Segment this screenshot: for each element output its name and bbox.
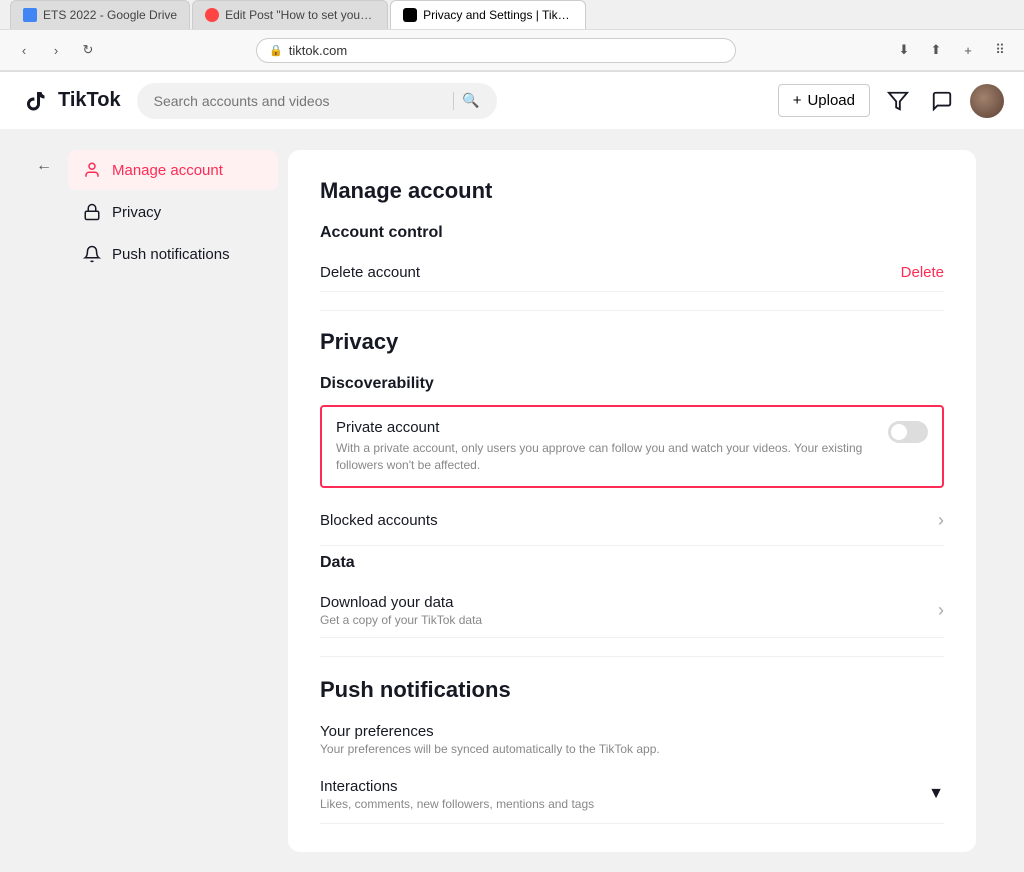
browser-chrome: ETS 2022 - Google Drive Edit Post "How t… bbox=[0, 0, 1024, 72]
plus-icon: + bbox=[793, 92, 802, 109]
push-notifications-title: Push notifications bbox=[320, 677, 944, 703]
account-control-title: Account control bbox=[320, 224, 944, 242]
header-actions: + Upload bbox=[778, 84, 1004, 118]
share-button[interactable]: ⬆ bbox=[922, 36, 950, 64]
tiktok-favicon bbox=[403, 8, 417, 22]
delete-account-row: Delete account Delete bbox=[320, 254, 944, 292]
sidebar-item-manage-account[interactable]: Manage account bbox=[68, 150, 278, 190]
app-header: TikTok 🔍 + Upload bbox=[0, 72, 1024, 130]
sidebar-nav: Manage account Privacy Push notification… bbox=[48, 150, 278, 274]
interactions-label: Interactions bbox=[320, 778, 594, 795]
download-data-desc: Get a copy of your TikTok data bbox=[320, 613, 482, 627]
forward-button[interactable]: › bbox=[42, 36, 70, 64]
preferences-title: Your preferences bbox=[320, 723, 944, 740]
notifications-icon bbox=[82, 244, 102, 264]
search-divider bbox=[453, 92, 454, 110]
download-data-title: Download your data bbox=[320, 594, 482, 611]
address-bar[interactable]: 🔒 tiktok.com bbox=[256, 38, 736, 63]
sidebar-item-privacy[interactable]: Privacy bbox=[68, 192, 278, 232]
download-data-text: Download your data Get a copy of your Ti… bbox=[320, 594, 482, 627]
tab-snaptik[interactable]: Edit Post "How to set your account as a … bbox=[192, 0, 388, 29]
data-title: Data bbox=[320, 554, 944, 572]
user-avatar[interactable] bbox=[970, 84, 1004, 118]
settings-sidebar: ← Manage account Privacy bbox=[48, 150, 288, 852]
search-icon[interactable]: 🔍 bbox=[462, 92, 479, 109]
new-tab-button[interactable]: + bbox=[954, 36, 982, 64]
search-bar[interactable]: 🔍 bbox=[137, 83, 497, 119]
interactions-row[interactable]: Interactions Likes, comments, new follow… bbox=[320, 766, 944, 824]
private-account-row: Private account With a private account, … bbox=[320, 405, 944, 488]
blocked-accounts-row[interactable]: Blocked accounts › bbox=[320, 496, 944, 546]
discoverability-title: Discoverability bbox=[320, 375, 944, 393]
divider-2 bbox=[320, 656, 944, 657]
snaptik-favicon bbox=[205, 8, 219, 22]
data-section: Data Download your data Get a copy of yo… bbox=[320, 554, 944, 638]
blocked-accounts-chevron-icon: › bbox=[938, 510, 944, 531]
tab-google[interactable]: ETS 2022 - Google Drive bbox=[10, 0, 190, 29]
logo-text: TikTok bbox=[58, 89, 121, 112]
back-button[interactable]: ‹ bbox=[10, 36, 38, 64]
push-notifications-section: Push notifications Your preferences Your… bbox=[320, 677, 944, 824]
interactions-chevron-icon: ▼ bbox=[928, 785, 944, 803]
download-data-row[interactable]: Download your data Get a copy of your Ti… bbox=[320, 584, 944, 638]
upload-label: Upload bbox=[807, 92, 855, 109]
interactions-text: Interactions Likes, comments, new follow… bbox=[320, 778, 594, 811]
tiktok-logo[interactable]: TikTok bbox=[20, 85, 121, 117]
privacy-title: Privacy bbox=[320, 329, 944, 355]
security-icon: 🔒 bbox=[269, 44, 283, 57]
google-favicon bbox=[23, 8, 37, 22]
divider-1 bbox=[320, 310, 944, 311]
sidebar-item-push-notifications[interactable]: Push notifications bbox=[68, 234, 278, 274]
manage-account-icon bbox=[82, 160, 102, 180]
page-title: Manage account bbox=[320, 178, 944, 204]
sidebar-back-button[interactable]: ← bbox=[28, 150, 60, 182]
download-button[interactable]: ⬇ bbox=[890, 36, 918, 64]
search-input[interactable] bbox=[154, 93, 446, 109]
browser-actions: ⬇ ⬆ + ⠿ bbox=[890, 36, 1014, 64]
tab-google-label: ETS 2022 - Google Drive bbox=[43, 8, 177, 22]
private-account-toggle[interactable] bbox=[888, 421, 928, 443]
browser-toolbar: ‹ › ↻ 🔒 tiktok.com ⬇ ⬆ + ⠿ bbox=[0, 30, 1024, 71]
sidebar-label-manage-account: Manage account bbox=[112, 162, 223, 179]
tab-snaptik-label: Edit Post "How to set your account as a … bbox=[225, 8, 375, 22]
tiktok-app: TikTok 🔍 + Upload ← bbox=[0, 72, 1024, 872]
preferences-desc: Your preferences will be synced automati… bbox=[320, 742, 944, 756]
settings-container: ← Manage account Privacy bbox=[32, 130, 992, 872]
messages-icon[interactable] bbox=[926, 85, 958, 117]
filter-icon[interactable] bbox=[882, 85, 914, 117]
interactions-desc: Likes, comments, new followers, mentions… bbox=[320, 797, 594, 811]
tab-tiktok[interactable]: Privacy and Settings | TikTok bbox=[390, 0, 586, 29]
url-text: tiktok.com bbox=[289, 43, 348, 58]
sidebar-label-push-notifications: Push notifications bbox=[112, 246, 230, 263]
private-account-title: Private account bbox=[336, 419, 876, 436]
privacy-icon bbox=[82, 202, 102, 222]
tab-tiktok-label: Privacy and Settings | TikTok bbox=[423, 8, 573, 22]
preferences-section: Your preferences Your preferences will b… bbox=[320, 723, 944, 756]
delete-account-button[interactable]: Delete bbox=[901, 264, 944, 281]
private-account-desc: With a private account, only users you a… bbox=[336, 440, 876, 474]
tiktok-logo-icon bbox=[20, 85, 52, 117]
blocked-accounts-label: Blocked accounts bbox=[320, 512, 438, 529]
extensions-button[interactable]: ⠿ bbox=[986, 36, 1014, 64]
sidebar-label-privacy: Privacy bbox=[112, 204, 161, 221]
private-account-text: Private account With a private account, … bbox=[336, 419, 876, 474]
main-content: Manage account Account control Delete ac… bbox=[288, 150, 976, 852]
tabs-bar: ETS 2022 - Google Drive Edit Post "How t… bbox=[0, 0, 1024, 30]
reload-button[interactable]: ↻ bbox=[74, 36, 102, 64]
upload-button[interactable]: + Upload bbox=[778, 84, 870, 117]
nav-controls: ‹ › ↻ bbox=[10, 36, 102, 64]
delete-account-label: Delete account bbox=[320, 264, 420, 281]
download-data-chevron-icon: › bbox=[938, 600, 944, 621]
